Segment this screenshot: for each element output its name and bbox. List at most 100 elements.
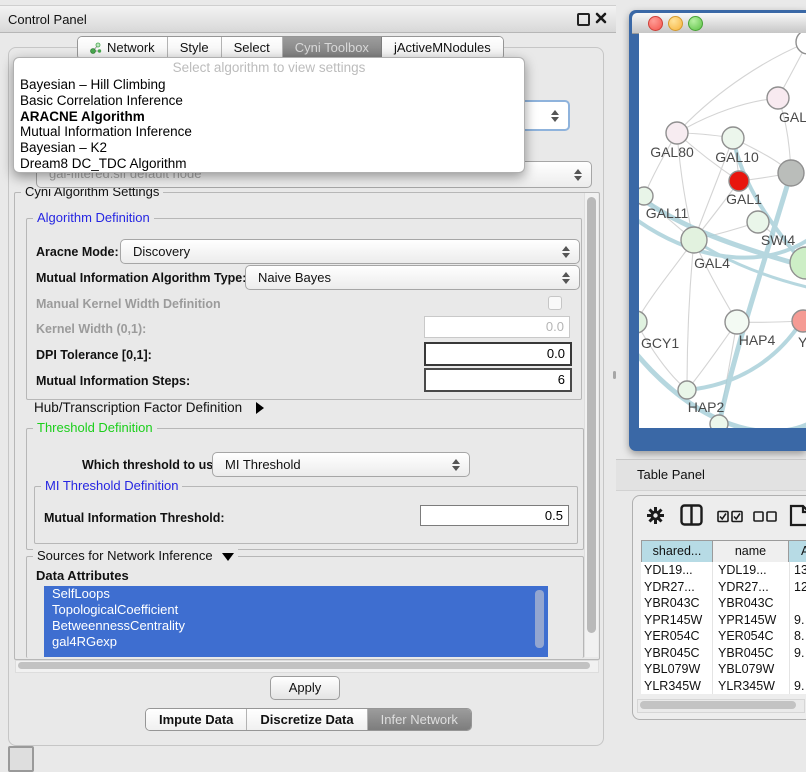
- table-cell[interactable]: YDR27...: [641, 579, 713, 596]
- column-layout-icon[interactable]: [680, 504, 703, 526]
- tab-impute-data[interactable]: Impute Data: [146, 709, 247, 730]
- table-cell[interactable]: [790, 595, 806, 612]
- deselect-all-checkboxes-icon[interactable]: [753, 511, 778, 522]
- algorithm-option[interactable]: Bayesian – K2: [14, 140, 524, 156]
- network-node[interactable]: [639, 311, 647, 333]
- network-node[interactable]: [767, 87, 789, 109]
- table-row[interactable]: YBR045CYBR045C9.: [641, 645, 806, 662]
- table-cell[interactable]: YBR045C: [641, 645, 713, 662]
- table-cell[interactable]: YDL19...: [641, 562, 713, 579]
- network-node[interactable]: [747, 211, 769, 233]
- algorithm-option[interactable]: Mutual Information Inference: [14, 124, 524, 140]
- collapse-down-icon[interactable]: [222, 553, 234, 561]
- network-node[interactable]: [725, 310, 749, 334]
- hub-definition-expander[interactable]: Hub/Transcription Factor Definition: [34, 400, 264, 415]
- tab-infer-network[interactable]: Infer Network: [368, 709, 471, 730]
- table-row[interactable]: YDL19...YDL19...13: [641, 562, 806, 579]
- network-window[interactable]: GALGAL80GAL10GAL1GAL11SWI4GAL4GCY1HAP4YH…: [629, 10, 806, 451]
- table-cell[interactable]: YBR045C: [713, 645, 790, 662]
- network-node[interactable]: [678, 381, 696, 399]
- window-minimize-icon[interactable]: [668, 16, 683, 31]
- data-attribute-item[interactable]: gal4RGexp: [44, 634, 548, 650]
- column-header-shared[interactable]: shared...: [642, 541, 713, 562]
- table-row[interactable]: YDR27...YDR27...12: [641, 579, 806, 596]
- data-attribute-item[interactable]: BetweennessCentrality: [44, 618, 548, 634]
- network-node[interactable]: [666, 122, 688, 144]
- network-node[interactable]: [778, 160, 804, 186]
- table-body[interactable]: YDL19...YDL19...13YDR27...YDR27...12YBR0…: [641, 562, 806, 694]
- network-node[interactable]: [639, 187, 653, 205]
- network-node[interactable]: [722, 127, 744, 149]
- settings-horizontal-scrollbar-thumb[interactable]: [18, 662, 590, 669]
- docked-panel-icon[interactable]: [8, 746, 34, 772]
- table-cell[interactable]: YLR345W: [641, 678, 713, 695]
- table-row[interactable]: YBL079WYBL079W: [641, 661, 806, 678]
- table-cell[interactable]: 12: [790, 579, 806, 596]
- table-cell[interactable]: YBL079W: [641, 661, 713, 678]
- algorithm-option[interactable]: Dream8 DC_TDC Algorithm: [14, 156, 524, 172]
- new-table-icon[interactable]: [789, 503, 806, 527]
- table-cell[interactable]: YER054C: [713, 628, 790, 645]
- mi-algorithm-type-combobox[interactable]: Naive Bayes: [245, 265, 580, 290]
- algorithm-option[interactable]: Basic Correlation Inference: [14, 93, 524, 109]
- data-attribute-item[interactable]: SelfLoops: [44, 586, 548, 602]
- table-cell[interactable]: YER054C: [641, 628, 713, 645]
- table-horizontal-scrollbar[interactable]: [637, 699, 805, 713]
- column-header-clipped[interactable]: A: [789, 541, 806, 562]
- table-cell[interactable]: YDR27...: [713, 579, 790, 596]
- table-row[interactable]: YER054CYER054C8.: [641, 628, 806, 645]
- network-window-titlebar[interactable]: [632, 13, 806, 34]
- table-cell[interactable]: 9.: [790, 645, 806, 662]
- mi-threshold-field[interactable]: 0.5: [420, 505, 569, 526]
- table-cell[interactable]: 8.: [790, 628, 806, 645]
- window-close-icon[interactable]: [648, 16, 663, 31]
- table-settings-gear-icon[interactable]: [645, 505, 666, 526]
- dpi-tolerance-field[interactable]: 0.0: [424, 342, 572, 366]
- which-threshold-combobox[interactable]: MI Threshold: [212, 452, 470, 477]
- tab-discretize-data[interactable]: Discretize Data: [247, 709, 367, 730]
- aracne-mode-combobox[interactable]: Discovery: [120, 239, 580, 264]
- window-zoom-icon[interactable]: [688, 16, 703, 31]
- manual-kernel-width-checkbox[interactable]: [548, 296, 562, 310]
- settings-vertical-scrollbar-thumb[interactable]: [587, 197, 596, 633]
- network-node[interactable]: [796, 33, 806, 54]
- select-all-checkboxes-icon[interactable]: [717, 510, 744, 523]
- table-cell[interactable]: YPR145W: [641, 612, 713, 629]
- close-panel-icon[interactable]: [595, 12, 607, 24]
- settings-vertical-scrollbar[interactable]: [584, 193, 598, 657]
- table-cell[interactable]: 13: [790, 562, 806, 579]
- tab-select[interactable]: Select: [222, 37, 283, 59]
- tab-style[interactable]: Style: [168, 37, 222, 59]
- column-header-name[interactable]: name: [713, 541, 789, 562]
- apply-button[interactable]: Apply: [270, 676, 340, 700]
- algorithm-option[interactable]: Bayesian – Hill Climbing: [14, 77, 524, 93]
- settings-horizontal-scrollbar[interactable]: [15, 660, 599, 673]
- table-horizontal-scrollbar-thumb[interactable]: [640, 701, 796, 709]
- tab-cyni-toolbox[interactable]: Cyni Toolbox: [283, 37, 382, 59]
- network-node[interactable]: [729, 171, 749, 191]
- table-cell[interactable]: YBL079W: [713, 661, 790, 678]
- table-cell[interactable]: [790, 661, 806, 678]
- list-scrollbar-thumb[interactable]: [535, 590, 544, 648]
- kernel-width-field[interactable]: 0.0: [424, 316, 570, 338]
- tab-network[interactable]: Network: [78, 37, 168, 59]
- network-node[interactable]: [681, 227, 707, 253]
- algorithm-option[interactable]: ARACNE Algorithm: [14, 109, 524, 125]
- network-node[interactable]: [710, 415, 728, 428]
- table-cell[interactable]: YDL19...: [713, 562, 790, 579]
- table-cell[interactable]: 9.: [790, 678, 806, 695]
- table-cell[interactable]: YBR043C: [641, 595, 713, 612]
- table-cell[interactable]: YLR345W: [713, 678, 790, 695]
- network-canvas[interactable]: GALGAL80GAL10GAL1GAL11SWI4GAL4GCY1HAP4YH…: [639, 33, 806, 428]
- tab-jactivemnodules[interactable]: jActiveMNodules: [382, 37, 503, 59]
- data-attributes-list[interactable]: SelfLoopsTopologicalCoefficientBetweenne…: [44, 586, 548, 657]
- table-row[interactable]: YBR043CYBR043C: [641, 595, 806, 612]
- table-cell[interactable]: YPR145W: [713, 612, 790, 629]
- table-cell[interactable]: 9.: [790, 612, 806, 629]
- mi-steps-field[interactable]: 6: [424, 368, 572, 392]
- float-panel-icon[interactable]: [577, 13, 590, 26]
- table-row[interactable]: YPR145WYPR145W9.: [641, 612, 806, 629]
- table-cell[interactable]: YBR043C: [713, 595, 790, 612]
- table-row[interactable]: YLR345WYLR345W9.: [641, 678, 806, 695]
- data-attribute-item[interactable]: TopologicalCoefficient: [44, 602, 548, 618]
